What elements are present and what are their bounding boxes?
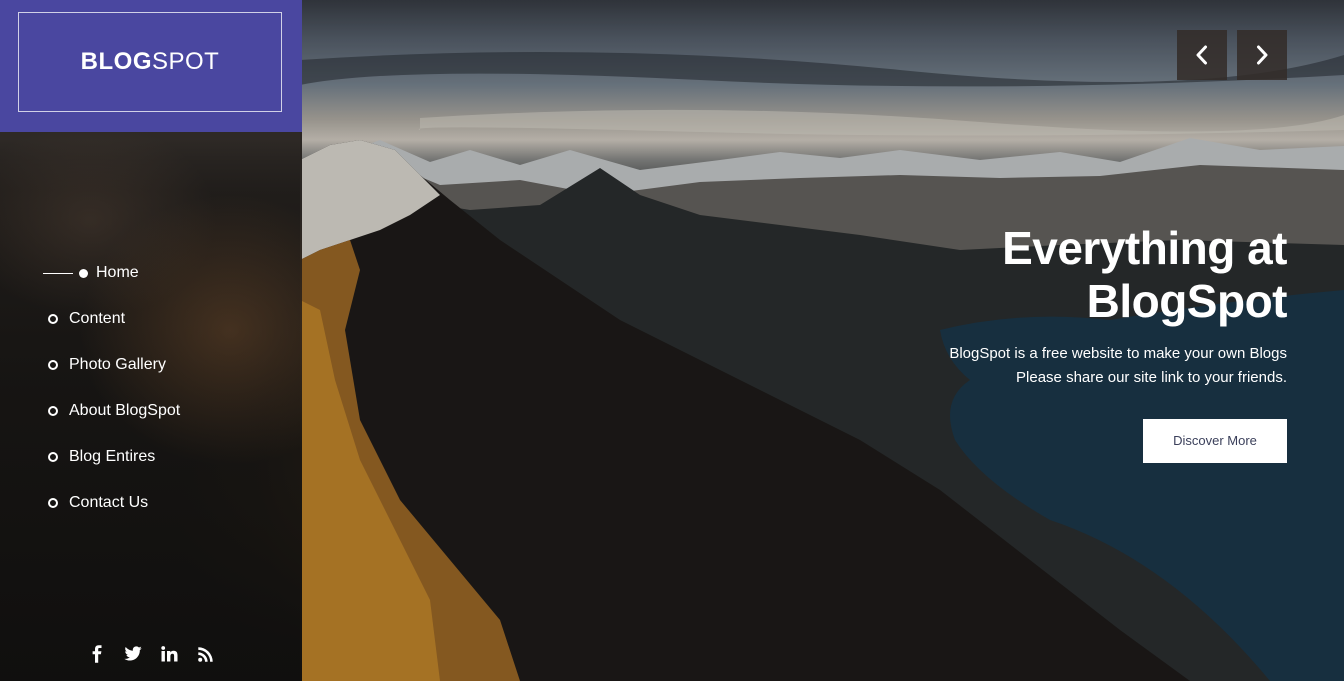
nav-item-home[interactable]: Home xyxy=(0,250,302,296)
slider-next-button[interactable] xyxy=(1237,30,1287,80)
circle-dot-icon xyxy=(48,452,58,462)
hero-content: Everything at BlogSpot BlogSpot is a fre… xyxy=(807,222,1288,463)
nav-item-label: Photo Gallery xyxy=(69,356,166,373)
nav-item-label: Home xyxy=(96,264,139,281)
rss-link[interactable] xyxy=(194,643,216,665)
hero-description-line-2: Please share our site link to your frien… xyxy=(1016,369,1287,386)
logo-bar: BLOGSPOT xyxy=(0,0,302,132)
chevron-left-icon xyxy=(1196,45,1207,65)
active-dot-icon xyxy=(79,268,88,278)
twitter-icon xyxy=(124,646,142,661)
slider-prev-button[interactable] xyxy=(1177,30,1227,80)
active-indicator-line xyxy=(43,272,73,274)
rss-icon xyxy=(197,646,213,662)
site-logo-link[interactable]: BLOGSPOT xyxy=(18,12,282,112)
page: BLOGSPOT Home Content Photo Gallery Abou… xyxy=(0,0,1344,681)
hero-description-line-1: BlogSpot is a free website to make your … xyxy=(949,345,1287,362)
circle-dot-icon xyxy=(48,498,58,508)
circle-dot-icon xyxy=(48,406,58,416)
nav-item-label: About BlogSpot xyxy=(69,402,181,419)
nav-item-about[interactable]: About BlogSpot xyxy=(0,388,302,434)
site-logo: BLOGSPOT xyxy=(81,48,220,76)
chevron-right-icon xyxy=(1257,45,1268,65)
twitter-link[interactable] xyxy=(122,643,144,665)
nav-item-content[interactable]: Content xyxy=(0,296,302,342)
circle-dot-icon xyxy=(48,314,58,324)
nav-item-photo-gallery[interactable]: Photo Gallery xyxy=(0,342,302,388)
circle-dot-icon xyxy=(48,360,58,370)
linkedin-link[interactable] xyxy=(158,643,180,665)
hero-description: BlogSpot is a free website to make your … xyxy=(807,342,1287,390)
hero-title-line-1: Everything at xyxy=(1002,222,1287,274)
logo-bold-text: BLOG xyxy=(80,48,152,75)
sidebar: BLOGSPOT Home Content Photo Gallery Abou… xyxy=(0,0,302,681)
nav-item-contact[interactable]: Contact Us xyxy=(0,480,302,526)
nav-item-label: Contact Us xyxy=(69,494,149,511)
nav-item-label: Content xyxy=(69,310,126,327)
hero-title: Everything at BlogSpot xyxy=(807,222,1287,328)
nav-item-label: Blog Entires xyxy=(69,448,156,465)
hero-title-line-2: BlogSpot xyxy=(1086,275,1288,327)
facebook-icon xyxy=(92,645,102,663)
main-nav: Home Content Photo Gallery About BlogSpo… xyxy=(0,250,302,526)
discover-more-button[interactable]: Discover More xyxy=(1143,419,1287,463)
logo-light-text: SPOT xyxy=(151,48,220,75)
social-links xyxy=(0,640,302,668)
nav-item-blog-entires[interactable]: Blog Entires xyxy=(0,434,302,480)
facebook-link[interactable] xyxy=(86,643,108,665)
linkedin-icon xyxy=(160,646,177,662)
